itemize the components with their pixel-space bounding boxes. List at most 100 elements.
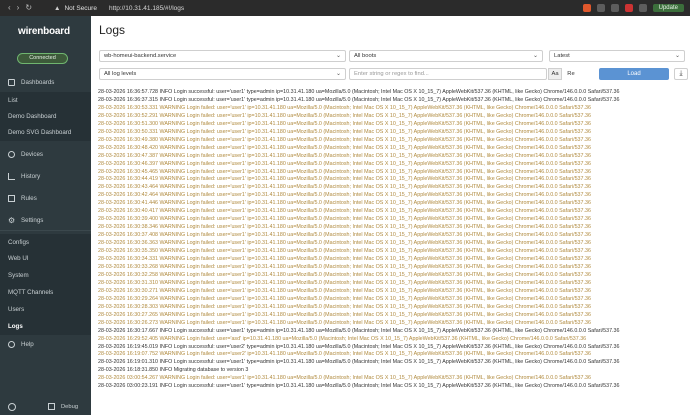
log-line: 28-03-2026 16:30:42.464 WARNING Login fa… — [98, 192, 591, 199]
log-line: 28-03-2026 16:30:41.446 WARNING Login fa… — [98, 200, 591, 207]
security-label: Not Secure — [64, 4, 97, 12]
log-line: 28-03-2026 16:30:35.350 WARNING Login fa… — [98, 248, 591, 255]
sidebar-item-help[interactable]: Help — [0, 336, 91, 353]
brave-icon[interactable] — [582, 4, 591, 12]
sidebar-item-system[interactable]: System — [0, 267, 91, 284]
forward-icon[interactable]: › — [17, 4, 20, 12]
sidebar-item-users[interactable]: Users — [0, 301, 91, 318]
sidebar-item-label: Logs — [8, 323, 23, 330]
sidebar-item-label: System — [8, 272, 29, 279]
debug-label[interactable]: Debug — [61, 404, 78, 410]
extension-icon[interactable] — [638, 4, 647, 12]
sidebar-item-rules[interactable]: Rules — [0, 190, 91, 207]
debug-icon[interactable] — [48, 403, 55, 410]
sidebar-item-list[interactable]: List — [0, 92, 91, 109]
help-icon — [8, 341, 15, 348]
sidebar-item-demo-svg-dashboard[interactable]: Demo SVG Dashboard — [0, 124, 91, 141]
log-line: 28-03-2026 16:30:39.400 WARNING Login fa… — [98, 216, 591, 223]
extensions-area: Update — [582, 4, 690, 12]
case-sensitive-button[interactable]: Aa — [548, 68, 562, 80]
service-select-value: wb-homeui-backend.service — [104, 53, 177, 59]
load-button[interactable]: Load — [599, 68, 669, 80]
sidebar-item-dashboards[interactable]: Dashboards — [0, 74, 91, 91]
search-input[interactable]: Enter string or regex to find... — [349, 68, 547, 80]
log-line: 28-03-2026 16:30:31.310 WARNING Login fa… — [98, 279, 591, 286]
url-text[interactable]: http://10.31.41.185/#!/logs — [109, 5, 184, 12]
divider — [0, 230, 91, 231]
sidebar-item-label: Web UI — [8, 255, 29, 262]
levels-select-value: All log levels — [104, 71, 137, 77]
log-line: 28-03-2026 16:30:28.303 WARNING Login fa… — [98, 303, 591, 310]
sidebar-item-label: Configs — [8, 239, 29, 246]
sidebar-item-label: List — [8, 97, 18, 104]
sidebar-item-demo-dashboard[interactable]: Demo Dashboard — [0, 108, 91, 125]
sidebar-footer: Debug — [0, 398, 91, 415]
levels-select[interactable]: All log levels ⌄ — [99, 68, 346, 80]
log-line: 28-03-2026 16:30:47.387 WARNING Login fa… — [98, 152, 591, 159]
log-line: 28-03-2026 16:30:44.419 WARNING Login fa… — [98, 176, 591, 183]
sidebar-item-settings[interactable]: ⚙ Settings — [0, 212, 91, 229]
chevron-down-icon: ⌄ — [335, 53, 341, 59]
log-line: 28-03-2026 16:30:45.465 WARNING Login fa… — [98, 168, 591, 175]
log-line: 28-03-2026 16:30:26.273 WARNING Login fa… — [98, 319, 591, 326]
sidebar-item-label: Devices — [21, 151, 44, 158]
log-line: 28-03-2026 16:30:49.380 WARNING Login fa… — [98, 136, 591, 143]
extension-icon[interactable] — [624, 4, 633, 12]
extension-icon[interactable] — [596, 4, 605, 12]
log-line: 28-03-2026 16:30:51.300 WARNING Login fa… — [98, 120, 591, 127]
log-line: 28-03-2026 16:30:50.331 WARNING Login fa… — [98, 128, 591, 135]
sidebar-item-history[interactable]: History — [0, 168, 91, 185]
log-line: 28-03-2026 16:30:33.268 WARNING Login fa… — [98, 263, 591, 270]
sidebar-item-configs[interactable]: Configs — [0, 234, 91, 251]
back-icon[interactable]: ‹ — [8, 4, 11, 12]
warning-icon: ▲ — [54, 4, 61, 12]
log-line: 28-03-2026 16:30:48.420 WARNING Login fa… — [98, 144, 591, 151]
sidebar-item-label: MQTT Channels — [8, 289, 54, 296]
gear-icon: ⚙ — [8, 216, 16, 225]
log-line: 28-03-2026 16:30:38.346 WARNING Login fa… — [98, 224, 591, 231]
sidebar-item-label: Demo SVG Dashboard — [8, 129, 72, 136]
app: wirenboard Connected Dashboards List Dem… — [0, 16, 690, 415]
log-line: 28-03-2026 16:30:29.264 WARNING Login fa… — [98, 295, 591, 302]
log-line: 28-03-2026 16:30:37.408 WARNING Login fa… — [98, 232, 591, 239]
service-select[interactable]: wb-homeui-backend.service ⌄ — [99, 50, 346, 62]
sidebar-item-devices[interactable]: Devices — [0, 146, 91, 163]
log-line: 28-03-2026 16:30:53.331 WARNING Login fa… — [98, 104, 591, 111]
log-line: 28-03-2026 16:30:52.291 WARNING Login fa… — [98, 112, 591, 119]
address-bar[interactable]: ▲ Not Secure http://10.31.41.185/#!/logs — [54, 5, 184, 12]
log-line: 28-03-2026 16:29:52.405 WARNING Login fa… — [98, 335, 587, 342]
log-line: 28-03-2026 16:36:37.315 INFO Login succe… — [98, 96, 620, 103]
sidebar-item-logs[interactable]: Logs — [0, 318, 91, 335]
sidebar-item-label: Rules — [21, 195, 37, 202]
log-line: 28-03-2026 16:30:43.464 WARNING Login fa… — [98, 184, 591, 191]
download-button[interactable]: ⤓ — [674, 68, 688, 80]
boots-select[interactable]: All boots ⌄ — [349, 50, 543, 62]
boots-select-value: All boots — [354, 53, 377, 59]
dashboard-icon — [8, 79, 15, 86]
log-line: 28-03-2026 16:30:40.417 WARNING Login fa… — [98, 208, 591, 215]
log-line: 28-03-2026 03:00:23.191 INFO Login succe… — [98, 383, 620, 390]
chevron-down-icon: ⌄ — [674, 53, 680, 59]
log-view: 28-03-2026 16:36:57.728 INFO Login succe… — [98, 89, 688, 391]
log-line: 28-03-2026 16:18:31.850 INFO Migrating d… — [98, 367, 249, 374]
sidebar-item-label: Help — [21, 341, 34, 348]
sidebar-item-web-ui[interactable]: Web UI — [0, 250, 91, 267]
regex-button[interactable]: Re — [565, 68, 577, 80]
logo: wirenboard — [18, 26, 70, 37]
log-line: 28-03-2026 16:30:32.258 WARNING Login fa… — [98, 271, 591, 278]
chevron-down-icon: ⌄ — [335, 71, 341, 77]
sidebar-item-label: Dashboards — [21, 79, 55, 86]
sidebar-item-mqtt-channels[interactable]: MQTT Channels — [0, 284, 91, 301]
log-line: 28-03-2026 16:30:30.271 WARNING Login fa… — [98, 287, 591, 294]
browser-toolbar: ‹ › ↻ ▲ Not Secure http://10.31.41.185/#… — [0, 0, 690, 16]
update-button[interactable]: Update — [652, 4, 684, 12]
reload-icon[interactable]: ↻ — [25, 4, 32, 12]
log-line: 28-03-2026 16:19:45.019 INFO Login succe… — [98, 343, 620, 350]
log-line: 28-03-2026 16:30:34.331 WARNING Login fa… — [98, 256, 591, 263]
latest-select[interactable]: Latest ⌄ — [549, 50, 685, 62]
sidebar-item-label: History — [21, 173, 41, 180]
browser-nav: ‹ › ↻ — [0, 4, 52, 12]
language-icon[interactable] — [8, 402, 16, 411]
extension-icon[interactable] — [610, 4, 619, 12]
sidebar-item-label: Users — [8, 306, 25, 313]
